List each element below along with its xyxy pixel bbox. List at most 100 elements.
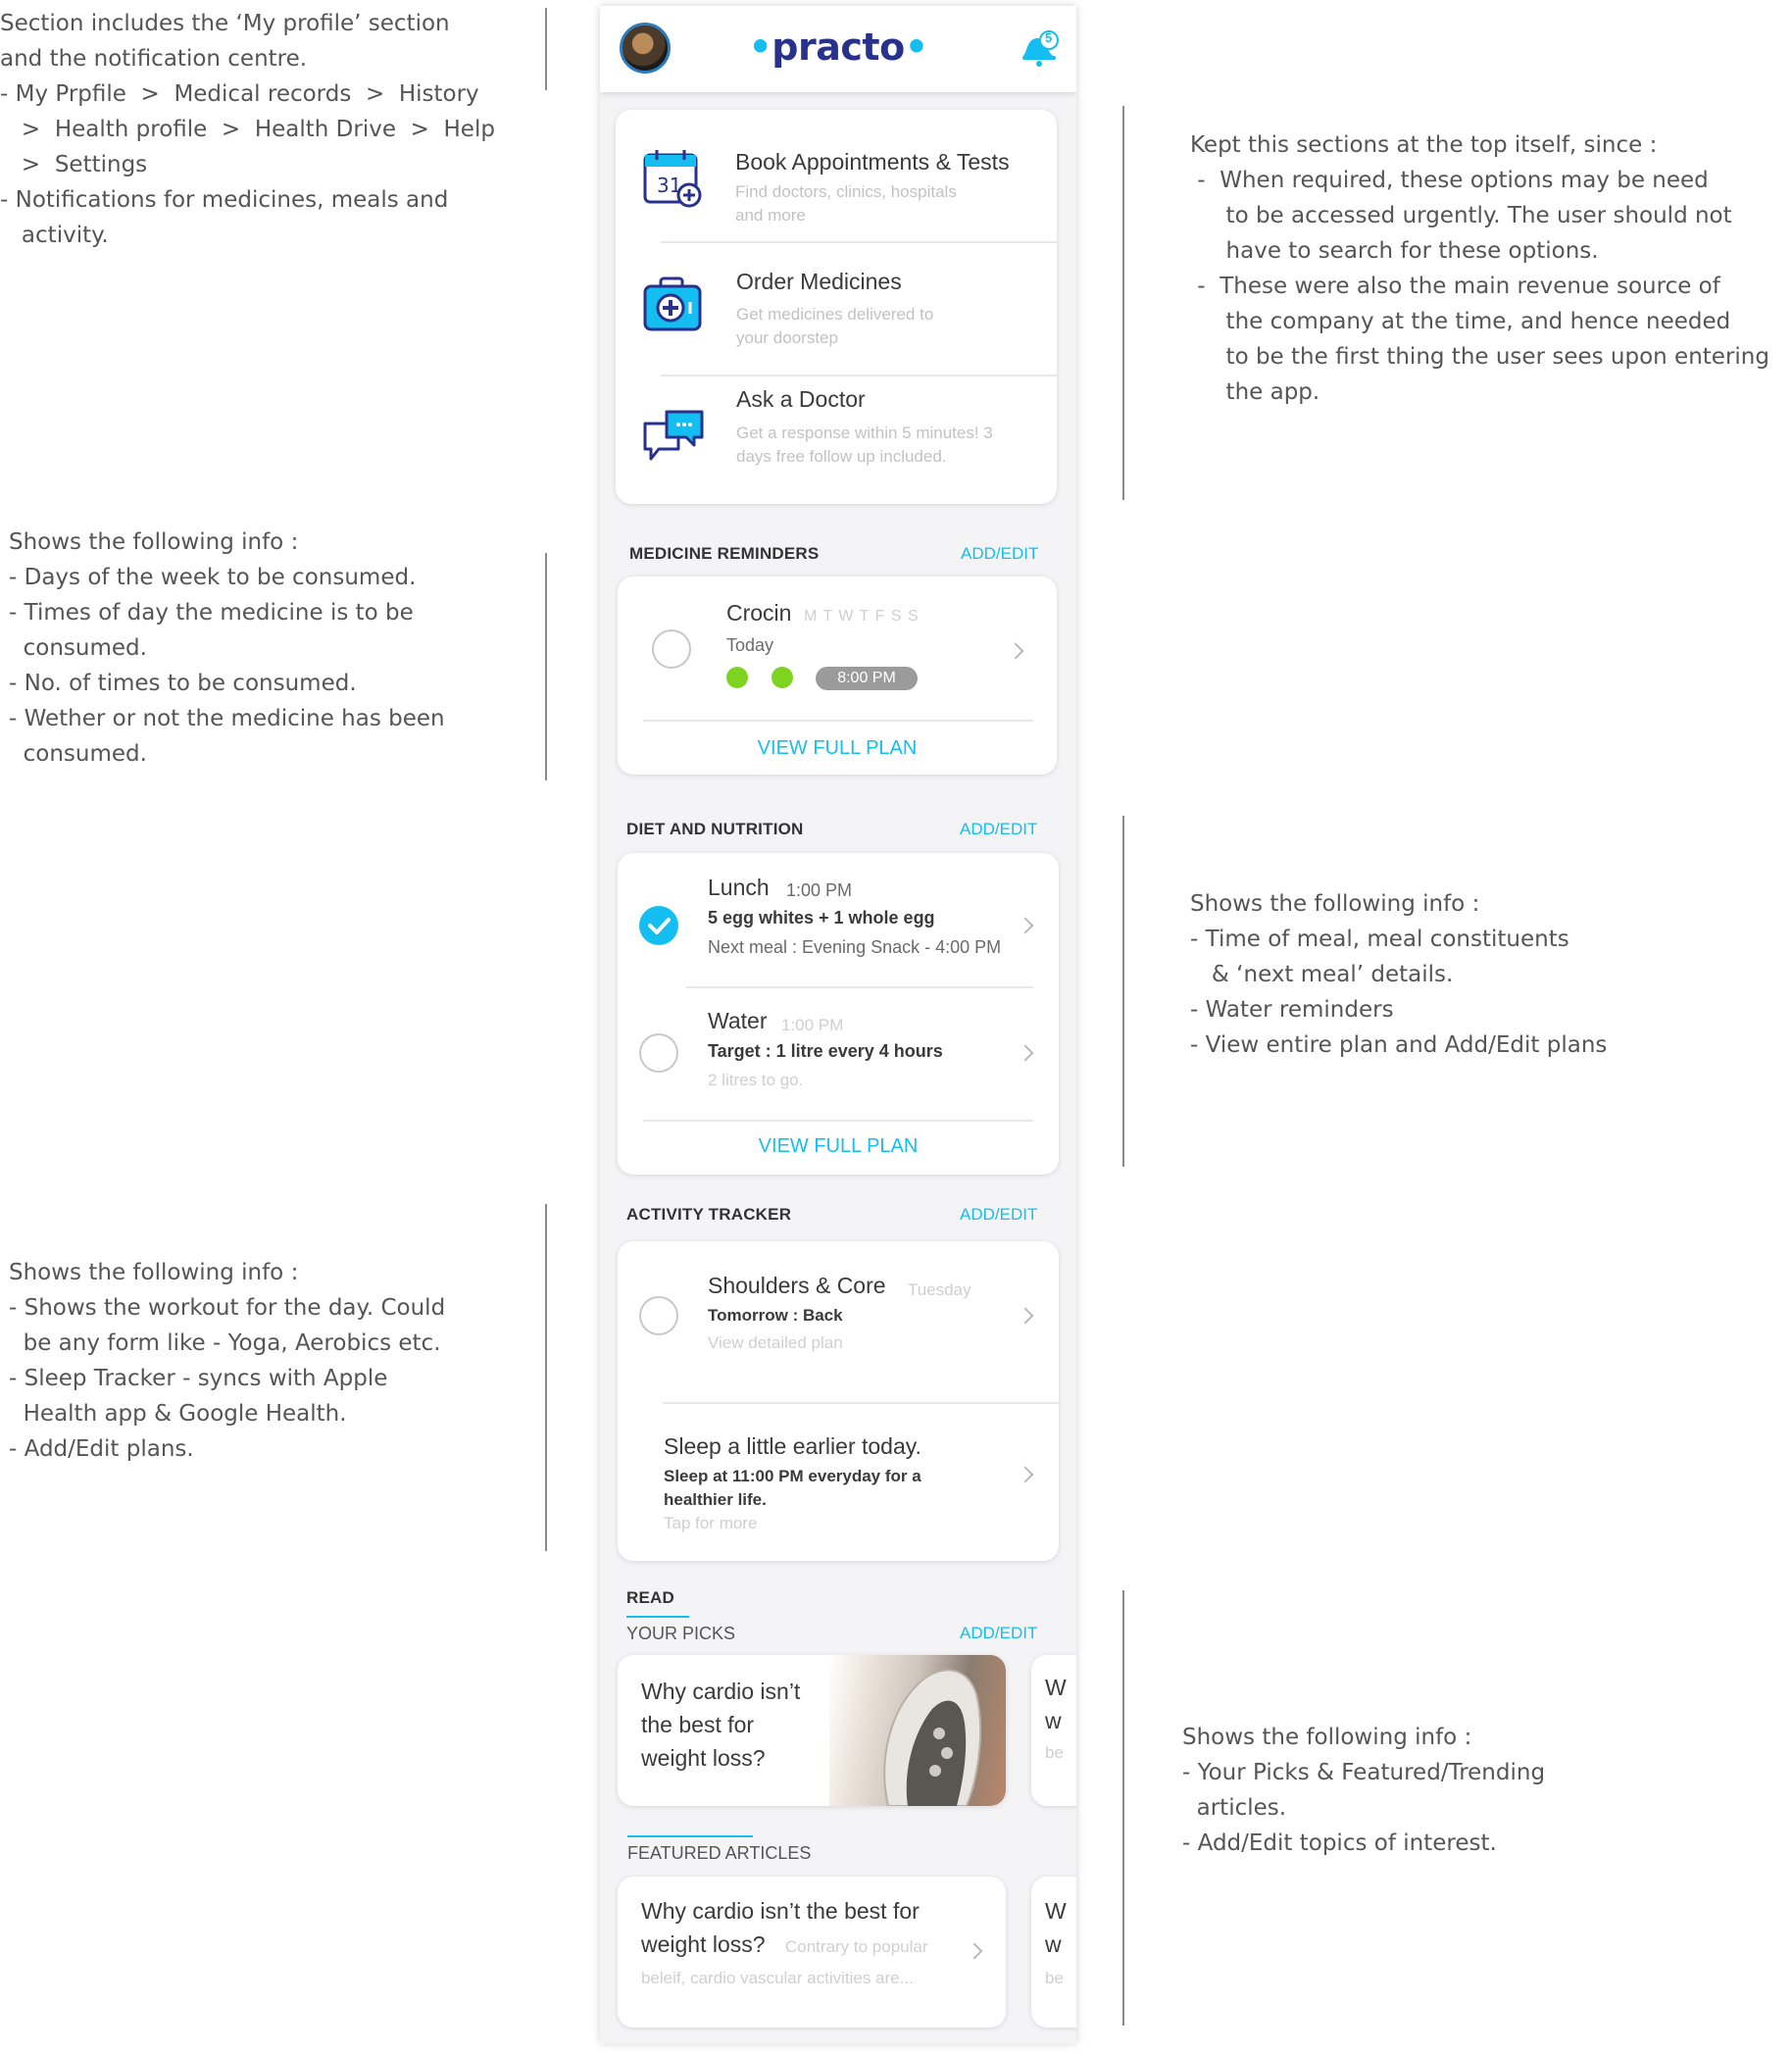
annotation-line: - Water reminders (1190, 997, 1394, 1023)
article-title-line: Why cardio isn’t the best for (641, 1898, 920, 1924)
annotation-line: Shows the following info : (9, 1260, 299, 1285)
divider (686, 986, 1033, 988)
read-add-edit-link[interactable]: ADD/EDIT (960, 1624, 1037, 1643)
diet-card: Lunch 1:00 PM 5 egg whites + 1 whole egg… (618, 853, 1059, 1175)
annotation-line: Shows the following info : (1190, 891, 1480, 917)
notification-count-badge: 5 (1045, 30, 1053, 45)
section-title-read: READ (626, 1588, 674, 1607)
annotation-line: to be the first thing the user sees upon… (1190, 344, 1769, 370)
annotation-services: Kept this sections at the top itself, si… (1190, 127, 1769, 410)
water-target: Target : 1 litre every 4 hours (708, 1041, 943, 1061)
annotation-line: activity. (0, 223, 109, 248)
article-card-pick[interactable]: Why cardio isn’t the best for weight los… (618, 1655, 1006, 1806)
water-time: 1:00 PM (781, 1016, 844, 1034)
meal-time: 1:00 PM (786, 880, 853, 900)
annotation-line: - Wether or not the medicine has been (9, 706, 445, 731)
chevron-right-icon (1007, 642, 1024, 660)
tap-for-more-link[interactable]: Tap for more (664, 1514, 757, 1533)
dose-taken-dot (726, 667, 748, 688)
annotation-line: Section includes the ‘My profile’ sectio… (0, 11, 450, 36)
diet-view-full-plan-link[interactable]: VIEW FULL PLAN (618, 1135, 1059, 1158)
section-title-medicine: MEDICINE REMINDERS (629, 544, 820, 563)
annotation-line: - Add/Edit plans. (9, 1436, 194, 1462)
article-title-line: Why cardio isn’t (641, 1679, 801, 1704)
service-subtitle: Find doctors, clinics, hospitals and mor… (735, 182, 957, 225)
logo-text: practo (772, 25, 905, 69)
service-subtitle: Get a response within 5 minutes! 3 days … (736, 424, 993, 466)
divider (643, 1120, 1033, 1122)
annotation-line: - Time of meal, meal constituents (1190, 927, 1569, 952)
medicine-kit-icon (641, 275, 704, 338)
phone-screen: •practo• 5 31 Book Appointments & Tests … (600, 6, 1076, 2043)
article-card-featured-next[interactable]: W w be (1031, 1877, 1076, 2028)
divider (643, 720, 1033, 722)
view-detailed-plan-link[interactable]: View detailed plan (708, 1333, 843, 1353)
water-title: Water (708, 1008, 768, 1033)
activity-card: Shoulders & Core Tuesday Tomorrow : Back… (618, 1241, 1059, 1561)
medicine-view-full-plan-link[interactable]: VIEW FULL PLAN (618, 737, 1057, 760)
annotation-divider (545, 1204, 547, 1551)
water-done-radio[interactable] (639, 1033, 678, 1073)
service-title: Ask a Doctor (736, 386, 866, 412)
meal-name: Lunch (708, 875, 770, 900)
annotation-line: be any form like - Yoga, Aerobics etc. (9, 1330, 441, 1356)
annotation-divider (545, 8, 547, 90)
annotation-line: Shows the following info : (9, 529, 299, 555)
your-picks-label: YOUR PICKS (626, 1624, 736, 1643)
article-card-pick-next[interactable]: W w be (1031, 1655, 1076, 1806)
annotation-line: > Health profile > Health Drive > Help (0, 117, 495, 142)
sleep-detail: healthier life. (664, 1490, 767, 1509)
workout-day: Tuesday (908, 1280, 971, 1299)
activity-add-edit-link[interactable]: ADD/EDIT (960, 1205, 1037, 1225)
article-card-featured[interactable]: Why cardio isn’t the best for weight los… (618, 1877, 1006, 2028)
article-title-line: W (1045, 1898, 1067, 1924)
medicine-add-edit-link[interactable]: ADD/EDIT (961, 544, 1038, 564)
services-card: 31 Book Appointments & Tests Find doctor… (616, 110, 1057, 504)
dose-time-pill: 8:00 PM (816, 667, 918, 690)
next-workout: Tomorrow : Back (708, 1306, 843, 1325)
water-remaining: 2 litres to go. (708, 1071, 804, 1089)
article-snippet: be (1045, 1969, 1064, 1987)
annotation-divider (1122, 106, 1124, 500)
medicine-days: M T W T F S S (804, 608, 920, 625)
annotation-line: - When required, these options may be ne… (1190, 168, 1709, 193)
annotation-line: - My Prpfile > Medical records > History (0, 81, 479, 107)
annotation-line: consumed. (9, 741, 147, 767)
workout-done-radio[interactable] (639, 1296, 678, 1335)
sleep-title: Sleep a little earlier today. (664, 1433, 921, 1459)
article-title-line: weight loss? (641, 1931, 766, 1957)
divider (661, 375, 1057, 376)
meal-done-checkbox[interactable] (639, 906, 678, 945)
article-image (829, 1655, 1006, 1806)
medicine-card: Crocin M T W T F S S Today 8:00 PM VIEW … (618, 576, 1057, 775)
annotation-line: and the notification centre. (0, 46, 308, 72)
diet-add-edit-link[interactable]: ADD/EDIT (960, 820, 1037, 839)
medicine-taken-radio[interactable] (652, 629, 691, 669)
next-meal-info: Next meal : Evening Snack - 4:00 PM (708, 937, 1002, 957)
annotation-line: the app. (1190, 379, 1320, 405)
divider (663, 1402, 1059, 1404)
section-title-activity: ACTIVITY TRACKER (626, 1205, 792, 1224)
chevron-right-icon (1017, 1044, 1034, 1062)
annotation-line: & ‘next meal’ details. (1190, 962, 1454, 987)
divider (661, 241, 1057, 243)
annotation-diet: Shows the following info : - Time of mea… (1190, 886, 1607, 1063)
article-title-line: W (1045, 1675, 1067, 1700)
dose-taken-dot (772, 667, 793, 688)
sleep-detail: Sleep at 11:00 PM everyday for a (664, 1467, 921, 1485)
annotation-line: - Times of day the medicine is to be (9, 600, 414, 626)
annotation-line: - No. of times to be consumed. (9, 671, 357, 696)
workout-name: Shoulders & Core (708, 1273, 886, 1298)
article-snippet: Contrary to popular (785, 1937, 928, 1956)
annotation-line: consumed. (9, 635, 147, 661)
featured-articles-label: FEATURED ARTICLES (627, 1843, 812, 1863)
annotation-line: - Notifications for medicines, meals and (0, 187, 449, 213)
annotation-header: Section includes the ‘My profile’ sectio… (0, 6, 495, 253)
notification-bell-icon[interactable]: 5 (1018, 30, 1061, 70)
top-bar: •practo• 5 (600, 6, 1076, 92)
annotation-line: articles. (1182, 1795, 1287, 1821)
annotation-line: - Sleep Tracker - syncs with Apple (9, 1366, 388, 1391)
service-title: Order Medicines (736, 269, 902, 294)
meal-detail: 5 egg whites + 1 whole egg (708, 908, 935, 927)
chat-bubbles-icon (641, 408, 706, 470)
